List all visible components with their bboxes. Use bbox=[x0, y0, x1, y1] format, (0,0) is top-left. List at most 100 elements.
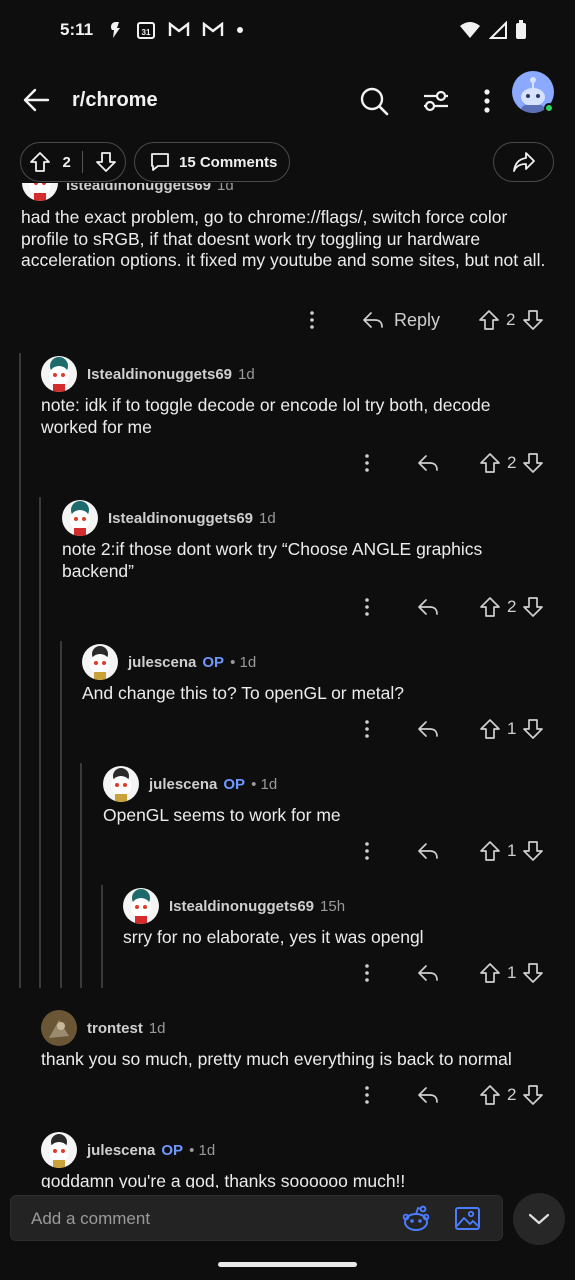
upvote-icon[interactable] bbox=[479, 452, 501, 474]
dot-icon bbox=[237, 27, 243, 33]
downvote-icon[interactable] bbox=[522, 1084, 544, 1106]
upvote-icon[interactable] bbox=[479, 1084, 501, 1106]
vote-count: 2 bbox=[507, 597, 517, 616]
comment-time: • 1d bbox=[230, 654, 257, 671]
post-vote-pill: 2 bbox=[20, 142, 126, 182]
comment-meta: julescena OP • 1d bbox=[87, 1142, 215, 1159]
vote-count: 2 bbox=[506, 310, 516, 329]
comment-body: thank you so much, pretty much everythin… bbox=[41, 1049, 512, 1069]
comment-meta: julescena OP • 1d bbox=[149, 776, 277, 793]
thread-line[interactable] bbox=[60, 641, 62, 988]
avatar[interactable] bbox=[82, 644, 118, 680]
reply-icon[interactable] bbox=[362, 311, 384, 329]
comment-actions: Reply 2 bbox=[304, 309, 544, 331]
downvote-icon[interactable] bbox=[522, 962, 544, 984]
reply-icon[interactable] bbox=[417, 1086, 439, 1104]
reply-icon[interactable] bbox=[417, 842, 439, 860]
comment-author[interactable]: Istealdinonuggets69 bbox=[66, 183, 211, 194]
comment-meta: Istealdinonuggets69 1d bbox=[108, 510, 276, 527]
more-options-icon[interactable] bbox=[359, 596, 375, 618]
add-comment-placeholder: Add a comment bbox=[31, 1209, 151, 1228]
upvote-icon[interactable] bbox=[479, 840, 501, 862]
downvote-icon[interactable] bbox=[522, 718, 544, 740]
avatar[interactable] bbox=[62, 500, 98, 536]
downvote-icon[interactable] bbox=[522, 840, 544, 862]
comments-list: Istealdinonuggets69 1d had the exact prob… bbox=[0, 183, 575, 1188]
comments-button[interactable]: 15 Comments bbox=[134, 142, 290, 182]
comment-author[interactable]: Istealdinonuggets69 bbox=[87, 366, 232, 383]
op-badge: OP bbox=[202, 654, 225, 671]
more-options-icon[interactable] bbox=[359, 962, 375, 984]
vote-count: 2 bbox=[507, 1085, 517, 1104]
reply-button-label[interactable]: Reply bbox=[394, 310, 440, 331]
more-options-icon[interactable] bbox=[304, 309, 320, 331]
subreddit-title[interactable]: r/chrome bbox=[72, 89, 158, 112]
comment-author[interactable]: julescena bbox=[149, 776, 217, 793]
comment-actions: 2 bbox=[359, 596, 544, 618]
comment-author[interactable]: trontest bbox=[87, 1020, 143, 1037]
comment-meta: julescena OP • 1d bbox=[128, 654, 256, 671]
comment-author[interactable]: Istealdinonuggets69 bbox=[169, 898, 314, 915]
upvote-icon[interactable] bbox=[479, 596, 501, 618]
comment-meta: Istealdinonuggets69 1d bbox=[87, 366, 255, 383]
more-options-icon[interactable] bbox=[359, 718, 375, 740]
comment-body: And change this to? To openGL or metal? bbox=[82, 683, 405, 703]
avatar[interactable] bbox=[103, 766, 139, 802]
upvote-icon[interactable] bbox=[29, 151, 51, 173]
op-badge: OP bbox=[223, 776, 246, 793]
wifi-icon bbox=[460, 22, 480, 38]
reply-icon[interactable] bbox=[417, 720, 439, 738]
calendar-icon: 31 bbox=[137, 22, 155, 39]
comment-author[interactable]: julescena bbox=[128, 654, 196, 671]
more-options-icon[interactable] bbox=[359, 1084, 375, 1106]
avatar[interactable] bbox=[41, 356, 77, 392]
reply-icon[interactable] bbox=[417, 964, 439, 982]
comment-author[interactable]: Istealdinonuggets69 bbox=[108, 510, 253, 527]
comment-author[interactable]: julescena bbox=[87, 1142, 155, 1159]
comment-meta: Istealdinonuggets69 15h bbox=[169, 898, 345, 915]
thread-line[interactable] bbox=[39, 497, 41, 988]
avatar[interactable] bbox=[41, 1132, 77, 1168]
comment-body: OpenGL seems to work for me bbox=[103, 805, 341, 825]
more-options-icon[interactable] bbox=[359, 840, 375, 862]
battery-icon bbox=[516, 20, 526, 39]
avatar[interactable] bbox=[22, 183, 58, 201]
share-icon bbox=[512, 152, 535, 172]
upvote-icon[interactable] bbox=[478, 309, 500, 331]
collapse-button[interactable] bbox=[513, 1193, 565, 1245]
upvote-icon[interactable] bbox=[479, 962, 501, 984]
downvote-icon[interactable] bbox=[522, 309, 544, 331]
reply-icon[interactable] bbox=[417, 454, 439, 472]
comment-body: note 2:if those dont work try “Choose AN… bbox=[62, 539, 483, 581]
comment-actions: 1 bbox=[359, 962, 544, 984]
comment-actions: 2 bbox=[359, 1084, 544, 1106]
avatar[interactable] bbox=[41, 1010, 77, 1046]
image-upload-icon[interactable] bbox=[454, 1205, 481, 1232]
downvote-icon[interactable] bbox=[522, 596, 544, 618]
bolt-icon bbox=[111, 22, 120, 38]
post-vote-count: 2 bbox=[62, 153, 71, 171]
sort-filter-icon[interactable] bbox=[421, 86, 451, 116]
reply-icon[interactable] bbox=[417, 598, 439, 616]
share-button[interactable] bbox=[493, 142, 554, 182]
downvote-icon[interactable] bbox=[522, 452, 544, 474]
svg-text:31: 31 bbox=[142, 28, 151, 37]
op-badge: OP bbox=[161, 1142, 184, 1159]
vote-count: 2 bbox=[507, 453, 517, 472]
avatar[interactable] bbox=[123, 888, 159, 924]
comment-time: 1d bbox=[148, 1020, 166, 1037]
thread-line[interactable] bbox=[80, 763, 82, 988]
more-options-icon[interactable] bbox=[359, 452, 375, 474]
more-options-icon[interactable] bbox=[479, 88, 495, 114]
back-arrow-icon[interactable] bbox=[22, 86, 50, 114]
thread-line[interactable] bbox=[101, 885, 103, 988]
comment-actions: 2 bbox=[359, 452, 544, 474]
thread-line[interactable] bbox=[19, 353, 21, 988]
upvote-icon[interactable] bbox=[479, 718, 501, 740]
downvote-icon[interactable] bbox=[95, 151, 117, 173]
home-indicator[interactable] bbox=[218, 1262, 357, 1267]
comment-bubble-icon bbox=[151, 153, 169, 171]
comment-time: • 1d bbox=[251, 776, 278, 793]
search-icon[interactable] bbox=[359, 86, 389, 116]
snoo-emoji-icon[interactable] bbox=[401, 1204, 431, 1234]
